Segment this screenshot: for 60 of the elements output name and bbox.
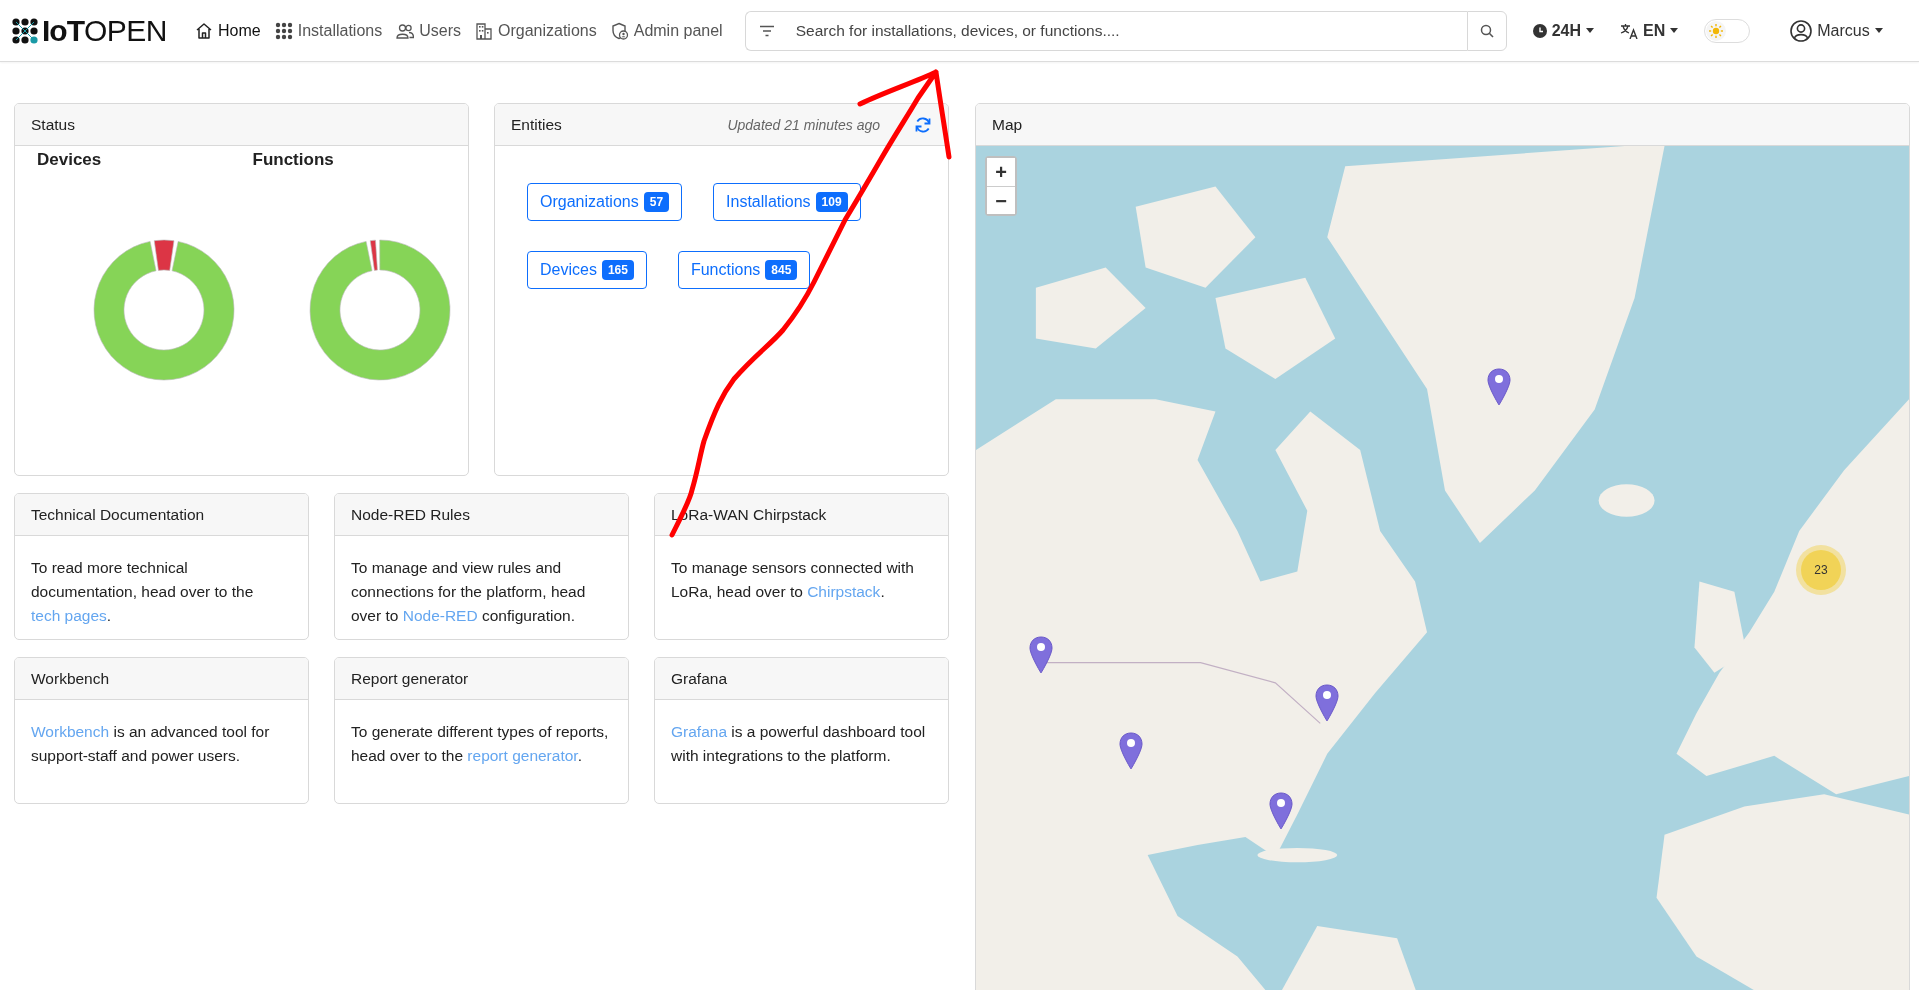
logo-text[interactable]: IoTOPEN bbox=[42, 15, 168, 46]
count-badge: 57 bbox=[643, 192, 670, 212]
card-text: Grafana is a powerful dashboard tool with integrations to the platform. bbox=[670, 722, 927, 766]
time-format-dropdown[interactable]: 24H bbox=[1532, 19, 1595, 42]
sun-icon bbox=[1708, 22, 1725, 39]
entity-button[interactable]: Functions 845 bbox=[677, 251, 811, 289]
shield-icon bbox=[610, 21, 629, 40]
card-title: Report generator bbox=[351, 669, 469, 688]
clock-icon bbox=[1532, 23, 1547, 38]
nav-link[interactable]: Admin panel bbox=[610, 17, 723, 44]
card-title: Node-RED Rules bbox=[351, 505, 470, 524]
refresh-icon bbox=[914, 115, 932, 134]
search-field[interactable]: Search for installations, devices, or functions.... bbox=[744, 10, 1467, 51]
card-title: Entities bbox=[511, 115, 562, 134]
zoom-out-button[interactable]: − bbox=[987, 186, 1015, 214]
theme-toggle[interactable] bbox=[1704, 18, 1751, 43]
card-title: Workbench bbox=[31, 669, 110, 688]
map-pin-icon[interactable] bbox=[1269, 792, 1293, 830]
card-text: To manage sensors connected with LoRa, head over to Chirpstack. bbox=[670, 558, 915, 602]
user-icon bbox=[1790, 19, 1813, 42]
nav-link[interactable]: Home bbox=[195, 17, 261, 44]
card-text: To manage and view rules and connections for the platform, head over to Node-RED configuration. bbox=[350, 558, 587, 626]
nav-link[interactable]: Users bbox=[396, 17, 461, 44]
entity-button[interactable]: Installations 109 bbox=[713, 183, 861, 221]
translate-icon bbox=[1620, 22, 1639, 39]
count-badge: 845 bbox=[765, 260, 798, 280]
language-dropdown[interactable]: EN bbox=[1620, 19, 1679, 42]
count-badge: 109 bbox=[815, 192, 848, 212]
card-text: To generate different types of reports, head over to the report generator. bbox=[350, 722, 610, 766]
count-badge: 165 bbox=[601, 260, 634, 280]
entity-button[interactable]: Devices 165 bbox=[527, 251, 647, 289]
card-text: To read more technical documentation, head over to the tech pages. bbox=[30, 558, 255, 626]
nav-link[interactable]: Organizations bbox=[475, 17, 597, 44]
search-icon bbox=[1479, 23, 1494, 38]
grid-icon bbox=[274, 21, 293, 40]
card-title: Grafana bbox=[671, 669, 727, 688]
entity-button[interactable]: Organizations 57 bbox=[527, 183, 683, 221]
user-dropdown[interactable]: Marcus bbox=[1790, 17, 1883, 44]
card-title: Map bbox=[992, 115, 1023, 134]
caret-icon bbox=[1670, 28, 1679, 33]
card-title: Status bbox=[31, 115, 75, 134]
chart-title: Functions bbox=[252, 150, 334, 170]
users-icon bbox=[396, 21, 415, 40]
map-pin-icon[interactable] bbox=[1029, 636, 1053, 674]
nav-link[interactable]: Installations bbox=[274, 17, 383, 44]
filter-icon bbox=[758, 24, 775, 37]
search-button[interactable] bbox=[1466, 10, 1507, 51]
building-icon bbox=[475, 21, 493, 40]
map-pin-icon[interactable] bbox=[1487, 368, 1511, 406]
home-icon bbox=[195, 21, 214, 40]
logo-icon bbox=[12, 17, 38, 44]
card-title: Technical Documentation bbox=[31, 505, 205, 524]
chart-title: Devices bbox=[37, 150, 102, 170]
caret-icon bbox=[1874, 28, 1883, 33]
map-pin-icon[interactable] bbox=[1315, 684, 1339, 722]
map-pin-icon[interactable] bbox=[1119, 732, 1143, 770]
updated-text: Updated 21 minutes ago bbox=[727, 116, 880, 133]
card-text: Workbench is an advanced tool for support-staff and power users. bbox=[30, 722, 271, 766]
caret-icon bbox=[1586, 28, 1595, 33]
refresh-button[interactable] bbox=[914, 115, 932, 134]
